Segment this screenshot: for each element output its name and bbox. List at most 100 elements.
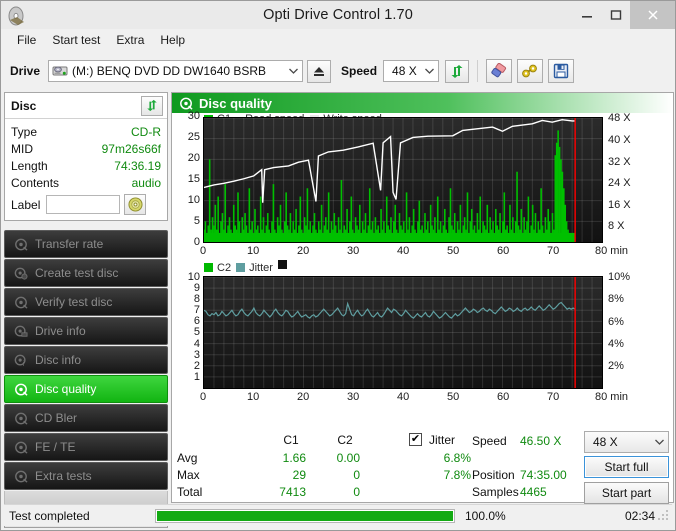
test-speed-select[interactable]: 48 X — [584, 431, 669, 453]
stats-row-max-label: Max — [177, 468, 200, 482]
c1-xtick-30: 30 — [347, 245, 360, 257]
stats-jitter-max: 7.8% — [443, 468, 471, 482]
stats-position-label: Position — [472, 468, 515, 482]
c2-xaxis-label: 80 min — [595, 391, 629, 403]
disc-panel-title: Disc — [11, 98, 37, 113]
disc-panel-header: Disc — [5, 93, 167, 119]
stats-row-total-label: Total — [177, 485, 203, 499]
c2-ytick-right-6pct: 6% — [608, 316, 624, 328]
disc-verify-icon — [12, 294, 30, 310]
sidebar-item-verify-test-disc[interactable]: Verify test disc — [4, 288, 168, 316]
maximize-button[interactable] — [601, 1, 630, 29]
speed-value: 48 X — [392, 64, 417, 78]
c1-ytick-20: 20 — [187, 152, 200, 164]
c1-xaxis-label: 80 min — [595, 245, 629, 257]
legend-swatch-c2 — [204, 263, 213, 272]
stats-row-avg-label: Avg — [177, 451, 198, 465]
erase-button[interactable] — [486, 59, 513, 83]
app-icon — [6, 6, 28, 26]
disc-contents-label: Contents — [11, 175, 60, 190]
sidebar-label: CD Bler — [35, 411, 78, 425]
sidebar-item-disc-quality[interactable]: Disc quality — [4, 375, 168, 403]
drive-info-icon — [12, 323, 30, 339]
chevron-down-icon[interactable] — [421, 61, 438, 81]
close-button[interactable] — [630, 1, 675, 29]
refresh-button[interactable] — [445, 59, 470, 83]
drive-select[interactable]: (M:) BENQ DVD DD DW1640 BSRB — [48, 60, 304, 82]
c1-xtick-60: 60 — [497, 245, 510, 257]
eject-button[interactable] — [307, 59, 332, 83]
disc-label-label: Label — [11, 197, 41, 212]
disc-rows: Type CD-R MID 97m26s66f Length 74:36.19 … — [5, 119, 167, 220]
save-button[interactable] — [548, 59, 575, 83]
stats-position-value: 74:35.00 — [520, 468, 567, 482]
c2-xtick-50: 50 — [447, 391, 460, 403]
sidebar-item-drive-info[interactable]: Drive info — [4, 317, 168, 345]
disc-length-value: 74:36.19 — [114, 158, 161, 173]
menu-help[interactable]: Help — [152, 31, 193, 49]
chevron-down-icon[interactable] — [285, 61, 302, 81]
toolbar-separator — [477, 60, 479, 82]
sidebar-item-transfer-rate[interactable]: Transfer rate — [4, 230, 168, 258]
stats-panel: C1 C2 Avg Max Total 1.66 29 7413 0.00 0 … — [172, 431, 675, 504]
sidebar-item-disc-info[interactable]: i Disc info — [4, 346, 168, 374]
menu-extra[interactable]: Extra — [108, 31, 152, 49]
disc-row-length: Length 74:36.19 — [11, 157, 161, 174]
speed-select[interactable]: 48 X — [383, 60, 440, 82]
c2-ytick-right-8pct: 8% — [608, 293, 624, 305]
stats-samples-value: 4465 — [520, 485, 547, 499]
sidebar-item-create-test-disc[interactable]: Create test disc — [4, 259, 168, 287]
sidebar-item-extra-tests[interactable]: Extra tests — [4, 462, 168, 490]
stats-speed-label: Speed — [472, 434, 507, 448]
disc-quality-icon — [12, 381, 30, 397]
disc-fete-icon — [12, 439, 30, 455]
stats-c2-max: 0 — [353, 468, 360, 482]
cd-disc-icon[interactable] — [124, 194, 147, 215]
c2-ytick-right-2pct: 2% — [608, 360, 624, 372]
jitter-label: Jitter — [429, 433, 456, 447]
disc-info-panel: Disc Type CD-R MID 97m26s66f Length 74:3… — [4, 92, 168, 221]
disc-info-icon: i — [12, 352, 30, 368]
c1-xtick-50: 50 — [447, 245, 460, 257]
progress-bar — [155, 508, 455, 523]
sidebar-item-fe-te[interactable]: FE / TE — [4, 433, 168, 461]
disc-bler-icon — [12, 410, 30, 426]
c2-xtick-0: 0 — [200, 391, 207, 403]
stats-c2-total: 0 — [353, 485, 360, 499]
disc-mid-label: MID — [11, 141, 33, 156]
test-speed-value: 48 X — [593, 435, 618, 449]
sidebar-item-cd-bler[interactable]: CD Bler — [4, 404, 168, 432]
chevron-down-icon[interactable] — [651, 432, 668, 452]
menu-bar: File Start test Extra Help — [1, 29, 675, 51]
c1-ytick-right-40: 40 X — [608, 134, 631, 146]
c1-ytick-right-48: 48 X — [608, 112, 631, 124]
tools-button[interactable] — [517, 59, 544, 83]
minimize-button[interactable] — [572, 1, 601, 29]
panel-title: Disc quality — [199, 95, 272, 111]
resize-grip-icon[interactable] — [658, 509, 670, 522]
left-column: Disc Type CD-R MID 97m26s66f Length 74:3… — [4, 92, 168, 528]
c1-ytick-30: 30 — [187, 110, 200, 122]
drive-label: Drive — [10, 64, 41, 78]
c2-xtick-70: 70 — [547, 391, 560, 403]
disc-quality-panel: Disc quality C1 Read speed Write speed 3… — [171, 92, 675, 504]
c1-xtick-0: 0 — [200, 245, 207, 257]
stats-c1-total: 7413 — [279, 485, 306, 499]
stats-c1-max: 29 — [292, 468, 306, 482]
c2-xtick-60: 60 — [497, 391, 510, 403]
start-part-button[interactable]: Start part — [584, 482, 669, 504]
menu-start-test[interactable]: Start test — [44, 31, 108, 49]
sidebar-label: Verify test disc — [35, 295, 113, 309]
menu-file[interactable]: File — [9, 31, 44, 49]
disc-label-input[interactable] — [46, 195, 121, 214]
c1-xtick-20: 20 — [297, 245, 310, 257]
jitter-checkbox[interactable]: ✔ — [409, 433, 422, 446]
c1-ytick-right-16: 16 X — [608, 199, 631, 211]
disc-refresh-button[interactable] — [141, 95, 163, 116]
sidebar-label: FE / TE — [35, 440, 76, 454]
disc-row-type: Type CD-R — [11, 123, 161, 140]
legend-swatch-extra — [277, 260, 287, 269]
c2-ytick-right-4pct: 4% — [608, 338, 624, 350]
stats-c2-avg: 0.00 — [336, 451, 360, 465]
start-full-button[interactable]: Start full — [584, 456, 669, 478]
